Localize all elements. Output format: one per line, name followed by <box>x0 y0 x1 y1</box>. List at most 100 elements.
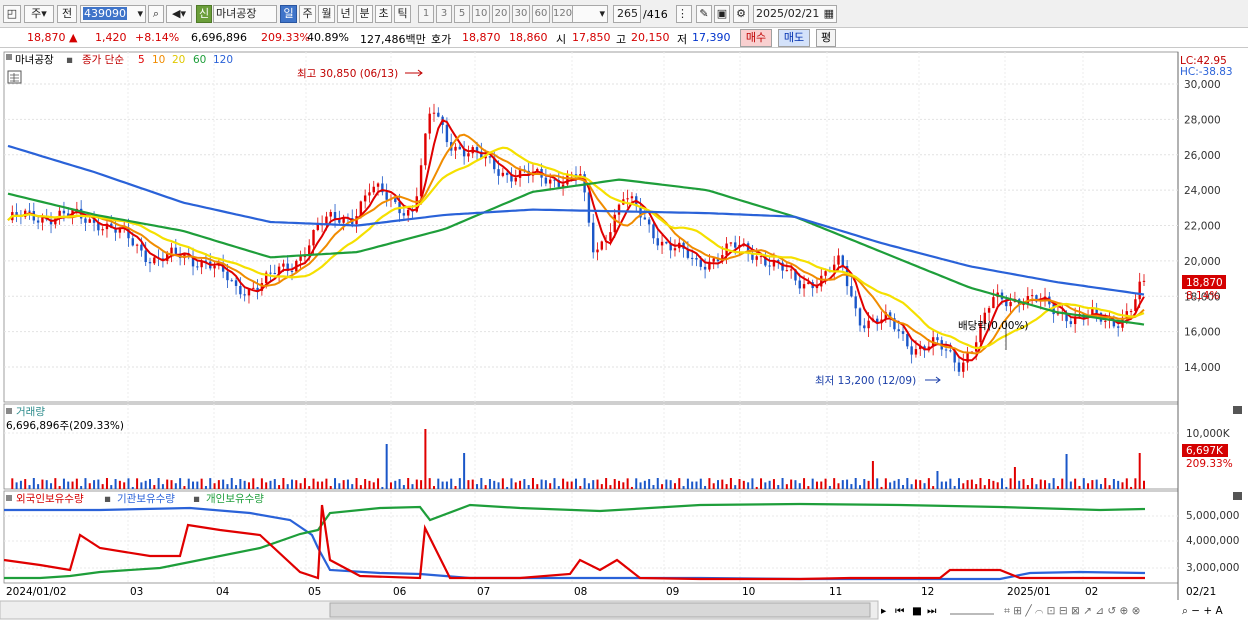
volume-bar <box>544 480 547 489</box>
volume-bar <box>471 479 474 489</box>
volume-bar <box>820 481 823 489</box>
volume-bar <box>209 478 212 489</box>
volume-bar <box>484 485 487 489</box>
candle-body <box>613 214 616 233</box>
candle-body <box>858 308 862 326</box>
last-icon[interactable]: ⏭ <box>927 605 937 617</box>
legend-institution: 기관보유수량 <box>117 493 175 505</box>
stop-icon[interactable]: ■ <box>912 605 922 617</box>
volume-bar <box>239 479 242 489</box>
scroll-right-icon[interactable]: ▸ <box>881 605 887 617</box>
period-6-button[interactable]: 틱 <box>394 5 411 23</box>
evaluate-button[interactable]: 평 <box>816 29 836 47</box>
drawing-tools-icons[interactable]: ⌗ ⊞ ╱ ⌒ ⊡ ⊟ ⊠ ↗ ⊿ ↺ ⊕ ⊗ <box>1004 604 1140 617</box>
candle-body <box>755 256 758 260</box>
volume-bar <box>28 485 31 489</box>
volume-bar <box>1052 478 1055 489</box>
candle-body <box>703 266 707 270</box>
volume-bar <box>488 479 491 489</box>
interval-120-button[interactable]: 120 <box>552 5 573 23</box>
candle-body <box>957 362 961 372</box>
interval-1-button[interactable]: 1 <box>418 5 434 23</box>
volume-bar <box>523 479 526 489</box>
period-5-button[interactable]: 초 <box>375 5 392 23</box>
volume-bar <box>747 482 750 489</box>
buy-button[interactable]: 매수 <box>740 29 772 47</box>
search-icon[interactable]: ⌕ <box>148 5 164 23</box>
candle-body <box>419 165 423 197</box>
volume-bar <box>428 478 431 489</box>
period-0-button[interactable]: 일 <box>280 5 297 23</box>
stock-code-input[interactable]: 439090 ▾ <box>80 5 146 23</box>
tool-icon[interactable]: ✎ <box>696 5 712 23</box>
volume-bar <box>385 444 388 489</box>
chart-menu-icon[interactable]: ◰ <box>3 5 21 23</box>
interval-60-button[interactable]: 60 <box>532 5 550 23</box>
calendar-icon[interactable]: ▦ <box>824 6 836 22</box>
x-axis-label: 05 <box>308 586 321 598</box>
volume-bar <box>1074 478 1077 489</box>
interval-3-button[interactable]: 3 <box>436 5 452 23</box>
volume-bar <box>790 479 793 489</box>
volume-bar <box>377 478 380 489</box>
volume-bar <box>596 479 599 489</box>
volume-bar <box>501 478 504 489</box>
first-icon[interactable]: ⏮ <box>895 605 905 617</box>
volume-bar <box>24 479 27 489</box>
stock-name-field[interactable]: 마녀공장 <box>213 5 277 23</box>
period-4-button[interactable]: 분 <box>356 5 373 23</box>
date-input[interactable]: 2025/02/21 ▦ <box>753 5 837 23</box>
interval-5-button[interactable]: 5 <box>454 5 470 23</box>
volume-bar <box>200 478 203 489</box>
volume-bar <box>196 481 199 489</box>
volume-bar <box>988 479 991 489</box>
volume-bar <box>437 478 440 489</box>
candle-body <box>652 224 655 239</box>
volume-bar <box>803 478 806 489</box>
candle-body <box>897 329 900 332</box>
close-icon-holding[interactable] <box>1233 492 1242 500</box>
volume-bar <box>1009 478 1012 489</box>
candle-body <box>252 287 255 289</box>
chart-area[interactable]: 마녀공장 ▪ 종가 단순 5 10 20 60 120 LC:42.95 HC:… <box>0 48 1248 621</box>
save-icon[interactable]: ▣ <box>714 5 730 23</box>
period-3-button[interactable]: 년 <box>337 5 354 23</box>
close-icon-volume[interactable] <box>1233 406 1242 414</box>
volume-bar <box>308 486 311 489</box>
sell-button[interactable]: 매도 <box>778 29 810 47</box>
hc-label: HC:-38.83 <box>1180 66 1233 78</box>
volume-bar <box>110 485 113 489</box>
candle-body <box>140 244 143 251</box>
volume-bar <box>114 479 117 489</box>
interval-30-button[interactable]: 30 <box>512 5 530 23</box>
gear-icon[interactable]: ⚙ <box>733 5 749 23</box>
interval-20-button[interactable]: 20 <box>492 5 510 23</box>
x-axis-labels: 2024/01/02 03 04 05 06 07 08 09 10 11 12 2025/01 02 0… <box>6 586 1216 598</box>
volume-bar <box>192 481 195 489</box>
count-input[interactable]: 265 <box>613 5 641 23</box>
volume-bar <box>269 480 272 489</box>
candle-body <box>617 204 621 215</box>
zoom-controls-icons[interactable]: ⌕ − + A <box>1182 605 1223 617</box>
scrollbar-thumb[interactable] <box>329 602 871 618</box>
volume-bar <box>772 479 775 489</box>
candle-body <box>609 232 612 241</box>
period-2-button[interactable]: 월 <box>318 5 335 23</box>
speaker-icon[interactable]: ◀▾ <box>166 5 192 23</box>
candle-body <box>734 242 737 248</box>
candle-body <box>798 280 801 289</box>
grid-icon[interactable]: ⋮⋮ <box>676 5 692 23</box>
prev-button[interactable]: 전 <box>57 5 77 23</box>
type-selector[interactable]: 주▾ <box>24 5 54 23</box>
x-axis-label: 2024/01/02 <box>6 586 67 598</box>
candle-body <box>1129 311 1133 313</box>
candle-body <box>837 255 840 265</box>
period-1-button[interactable]: 주 <box>299 5 316 23</box>
candle-body <box>824 271 827 276</box>
interval-10-button[interactable]: 10 <box>472 5 490 23</box>
volume-bar <box>235 485 238 489</box>
volume-bar <box>411 484 414 489</box>
volume-bar <box>828 485 831 489</box>
candle-body <box>1116 326 1120 328</box>
interval-dropdown[interactable]: ▾ <box>572 5 608 23</box>
